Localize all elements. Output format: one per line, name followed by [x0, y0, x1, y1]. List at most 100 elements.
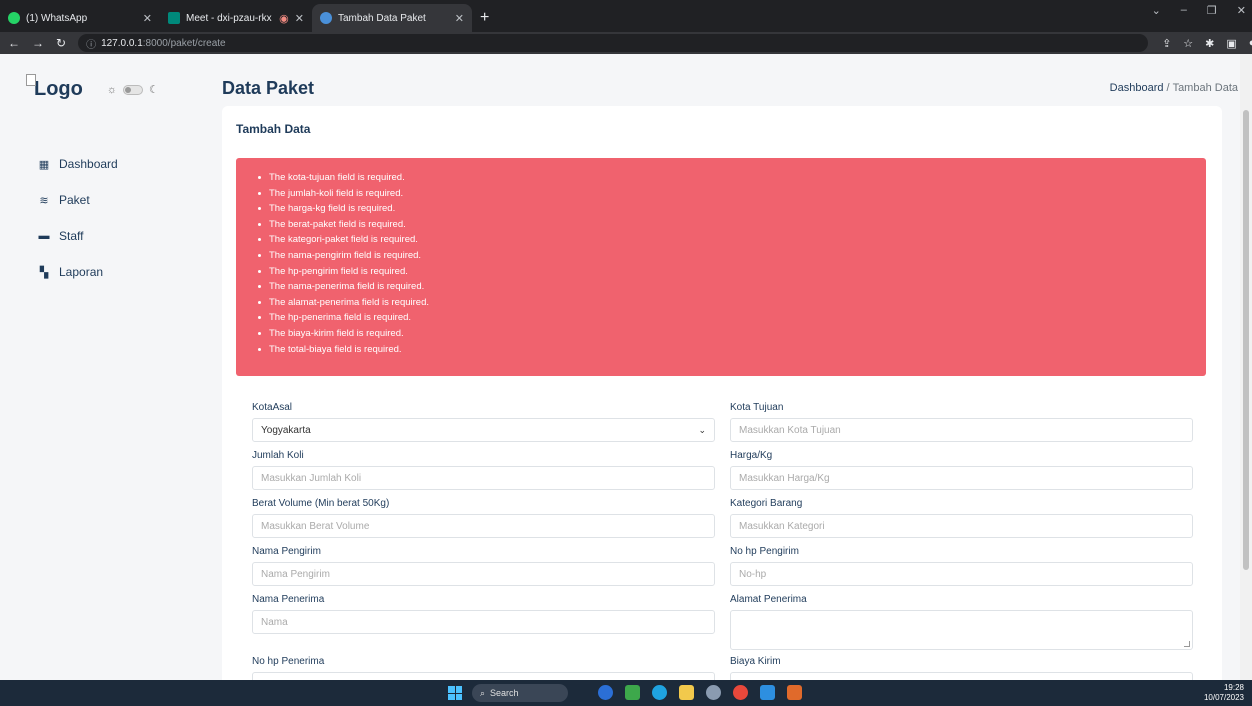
- close-icon[interactable]: ✕: [295, 12, 304, 25]
- sidebar: Logo ☼ ☾ ▦ Dashboard ≋ Paket ▬ Staff ▚ L…: [0, 54, 200, 680]
- error-item: The kategori-paket field is required.: [258, 232, 1206, 248]
- taskbar-search[interactable]: ⌕ Search: [472, 684, 568, 702]
- settings-icon[interactable]: [706, 685, 721, 700]
- logo[interactable]: Logo: [26, 74, 83, 101]
- vscode-icon[interactable]: [760, 685, 775, 700]
- kota-asal-select[interactable]: Yogyakarta ⌄: [252, 418, 715, 442]
- nama-penerima-input[interactable]: Nama: [252, 610, 715, 634]
- info-icon[interactable]: ⓘ: [86, 36, 96, 51]
- forward-icon[interactable]: →: [32, 36, 44, 50]
- app-icon[interactable]: [598, 685, 613, 700]
- kategori-label: Kategori Barang: [730, 498, 803, 509]
- clock-time: 19:28: [1223, 683, 1244, 692]
- windows-taskbar: ⌕ Search 19:28 10/07/2023: [0, 680, 1252, 706]
- sidebar-item-dashboard[interactable]: ▦ Dashboard: [38, 146, 118, 182]
- kota-asal-label: KotaAsal: [252, 402, 293, 413]
- logo-alt-text: Logo: [34, 78, 83, 100]
- hp-pengirim-input[interactable]: No-hp: [730, 562, 1193, 586]
- url-host: 127.0.0.1: [101, 37, 143, 49]
- chevron-down-icon[interactable]: ⌄: [1152, 4, 1161, 17]
- berat-label: Berat Volume (Min berat 50Kg): [252, 498, 390, 509]
- extensions-icon[interactable]: ✱: [1205, 37, 1214, 50]
- jumlah-koli-input[interactable]: Masukkan Jumlah Koli: [252, 466, 715, 490]
- grid-icon: ▦: [38, 158, 50, 171]
- page-title: Data Paket: [222, 78, 315, 98]
- clock-date: 10/07/2023: [1203, 693, 1244, 702]
- sidebar-item-laporan[interactable]: ▚ Laporan: [38, 254, 118, 290]
- chrome-icon[interactable]: [733, 685, 748, 700]
- error-item: The kota-tujuan field is required.: [258, 170, 1206, 186]
- sidebar-item-staff[interactable]: ▬ Staff: [38, 218, 118, 254]
- sidebar-item-label: Paket: [59, 193, 90, 207]
- window-controls: ⌄ – ❐ ✕: [1152, 4, 1246, 17]
- close-icon[interactable]: ✕: [455, 12, 464, 25]
- scrollbar-thumb[interactable]: [1243, 110, 1249, 570]
- error-item: The nama-penerima field is required.: [258, 279, 1206, 295]
- tab-whatsapp[interactable]: (1) WhatsApp ✕: [0, 4, 160, 32]
- xampp-icon[interactable]: [787, 685, 802, 700]
- nama-pengirim-label: Nama Pengirim: [252, 546, 321, 557]
- kategori-input[interactable]: Masukkan Kategori: [730, 514, 1193, 538]
- breadcrumb-home[interactable]: Dashboard: [1110, 82, 1164, 94]
- url-path: :8000/paket/create: [142, 37, 226, 49]
- hp-pengirim-label: No hp Pengirim: [730, 546, 799, 557]
- folder-icon[interactable]: [679, 685, 694, 700]
- search-icon: ⌕: [480, 687, 486, 698]
- sun-icon: ☼: [106, 83, 117, 96]
- browser-tab-bar: (1) WhatsApp ✕ Meet - dxi-pzau-rkx ◉ ✕ T…: [0, 0, 1252, 32]
- theme-toggle: ☼ ☾: [106, 83, 159, 97]
- breadcrumb: Dashboard / Tambah Data: [1110, 82, 1238, 94]
- harga-kg-label: Harga/Kg: [730, 450, 773, 461]
- close-icon[interactable]: ✕: [143, 12, 152, 25]
- moon-icon: ☾: [148, 84, 159, 96]
- app-icon[interactable]: [625, 685, 640, 700]
- share-icon[interactable]: ⇪: [1162, 37, 1171, 50]
- close-icon[interactable]: ✕: [1237, 4, 1246, 17]
- kota-tujuan-group: Kota Tujuan Masukkan Kota Tujuan: [730, 402, 1193, 442]
- reload-icon[interactable]: ↻: [56, 36, 66, 50]
- berat-input[interactable]: Masukkan Berat Volume: [252, 514, 715, 538]
- new-tab-button[interactable]: +: [480, 4, 489, 32]
- main-content: Data Paket Dashboard / Tambah Data Tambah …: [200, 54, 1240, 686]
- page-scrollbar[interactable]: [1240, 54, 1252, 680]
- sidebar-item-paket[interactable]: ≋ Paket: [38, 182, 118, 218]
- tab-meet[interactable]: Meet - dxi-pzau-rkx ◉ ✕: [160, 4, 312, 32]
- kota-asal-value: Yogyakarta: [261, 424, 311, 436]
- tab-title: Meet - dxi-pzau-rkx: [186, 12, 272, 24]
- error-alert: The kota-tujuan field is required. The j…: [236, 158, 1206, 376]
- kota-tujuan-label: Kota Tujuan: [730, 402, 784, 413]
- sidebar-menu: ▦ Dashboard ≋ Paket ▬ Staff ▚ Laporan: [38, 146, 118, 290]
- tab-tambah-data-paket[interactable]: Tambah Data Paket ✕: [312, 4, 472, 32]
- form-card: Tambah Data The kota-tujuan field is req…: [222, 106, 1222, 686]
- browser-toolbar: ⇪ ☆ ✱ ▣ ● ⋮: [1162, 37, 1252, 50]
- taskbar-clock[interactable]: 19:28 10/07/2023: [1204, 683, 1244, 703]
- error-item: The berat-paket field is required.: [258, 217, 1206, 233]
- alamat-penerima-textarea[interactable]: [730, 610, 1193, 650]
- nama-pengirim-input[interactable]: Nama Pengirim: [252, 562, 715, 586]
- windows-start-icon[interactable]: [448, 686, 462, 700]
- page-icon: [320, 12, 332, 24]
- address-bar-row: ← → ↻ ⓘ 127.0.0.1:8000/paket/create ⇪ ☆ …: [0, 32, 1252, 54]
- nama-penerima-label: Nama Penerima: [252, 594, 325, 605]
- kategori-group: Kategori Barang Masukkan Kategori: [730, 498, 1193, 538]
- kota-tujuan-input[interactable]: Masukkan Kota Tujuan: [730, 418, 1193, 442]
- harga-kg-group: Harga/Kg Masukkan Harga/Kg: [730, 450, 1193, 490]
- sidebar-item-label: Staff: [59, 229, 84, 243]
- tab-title: (1) WhatsApp: [26, 12, 88, 24]
- whatsapp-icon: [8, 12, 20, 24]
- back-icon[interactable]: ←: [8, 36, 20, 50]
- url-input[interactable]: ⓘ 127.0.0.1:8000/paket/create: [78, 34, 1149, 52]
- breadcrumb-current: Tambah Data: [1172, 82, 1238, 94]
- dark-mode-switch[interactable]: [122, 84, 143, 95]
- star-icon[interactable]: ☆: [1183, 37, 1193, 50]
- error-item: The nama-pengirim field is required.: [258, 248, 1206, 264]
- restore-icon[interactable]: ❐: [1207, 4, 1217, 17]
- minimize-icon[interactable]: –: [1181, 4, 1187, 17]
- chevron-down-icon: ⌄: [698, 424, 706, 435]
- stack-icon: ≋: [39, 194, 49, 207]
- jumlah-koli-label: Jumlah Koli: [252, 450, 304, 461]
- edge-icon[interactable]: [652, 685, 667, 700]
- nama-penerima-group: Nama Penerima Nama: [252, 594, 715, 634]
- sidepanel-icon[interactable]: ▣: [1226, 37, 1236, 50]
- harga-kg-input[interactable]: Masukkan Harga/Kg: [730, 466, 1193, 490]
